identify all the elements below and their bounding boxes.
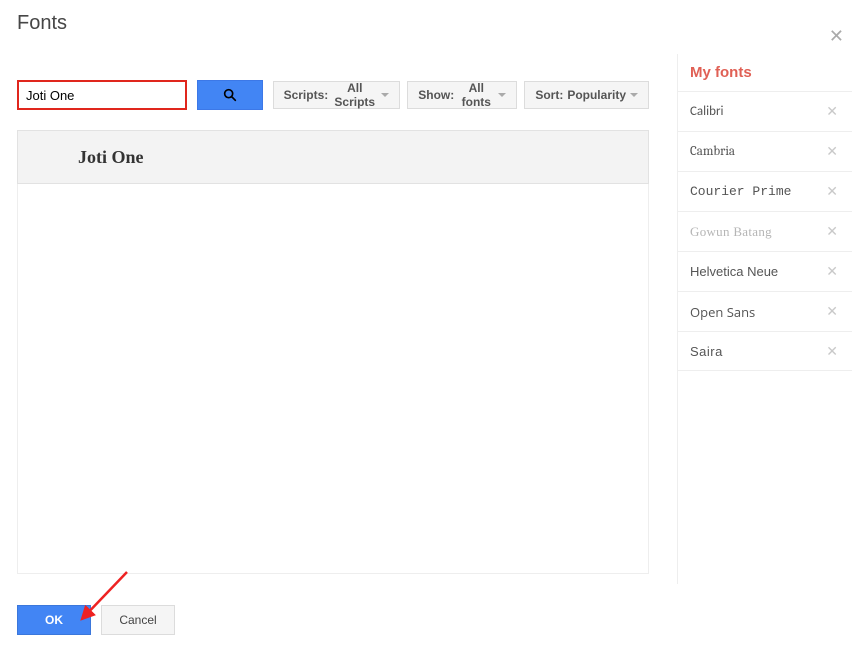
- chevron-down-icon: [498, 93, 506, 97]
- my-font-row[interactable]: Gowun Batang ✕: [678, 211, 852, 251]
- my-font-row[interactable]: Open Sans ✕: [678, 291, 852, 331]
- results-area: [17, 184, 649, 574]
- my-font-name: Cambria: [690, 144, 735, 159]
- show-filter-value: All fonts: [458, 81, 494, 109]
- chevron-down-icon: [630, 93, 638, 97]
- my-fonts-list: Calibri✕Cambria✕Courier Prime✕Gowun Bata…: [678, 91, 852, 371]
- show-filter[interactable]: Show: All fonts: [407, 81, 517, 109]
- sort-filter-prefix: Sort:: [535, 88, 563, 102]
- remove-font-button[interactable]: ✕: [822, 221, 842, 242]
- my-font-row[interactable]: Cambria ✕: [678, 131, 852, 171]
- my-font-name: Helvetica Neue: [690, 264, 778, 279]
- scripts-filter-value: All Scripts: [332, 81, 377, 109]
- dialog-title: Fonts: [17, 12, 862, 35]
- my-font-row[interactable]: Calibri ✕: [678, 91, 852, 131]
- remove-font-button[interactable]: ✕: [822, 301, 842, 322]
- close-icon: ✕: [829, 26, 844, 46]
- chevron-down-icon: [381, 93, 389, 97]
- font-result-name: Joti One: [78, 147, 144, 168]
- my-font-name: Saira: [690, 344, 723, 359]
- sort-filter[interactable]: Sort: Popularity: [524, 81, 649, 109]
- font-browser-panel: Scripts: All Scripts Show: All fonts Sor…: [17, 80, 649, 574]
- scripts-filter[interactable]: Scripts: All Scripts: [273, 81, 401, 109]
- my-fonts-panel: My fonts Calibri✕Cambria✕Courier Prime✕G…: [677, 54, 852, 584]
- font-result-item[interactable]: Joti One: [17, 130, 649, 184]
- my-font-name: Courier Prime: [690, 184, 791, 199]
- sort-filter-value: Popularity: [567, 88, 626, 102]
- remove-font-button[interactable]: ✕: [822, 101, 842, 122]
- remove-font-button[interactable]: ✕: [822, 141, 842, 162]
- toolbar: Scripts: All Scripts Show: All fonts Sor…: [17, 80, 649, 110]
- search-icon: [222, 87, 238, 103]
- my-font-name: Open Sans: [690, 303, 755, 321]
- dialog-footer: OK Cancel: [17, 605, 175, 635]
- search-button[interactable]: [197, 80, 263, 110]
- remove-font-button[interactable]: ✕: [822, 181, 842, 202]
- show-filter-prefix: Show:: [418, 88, 454, 102]
- my-font-row[interactable]: Saira ✕: [678, 331, 852, 371]
- close-button[interactable]: ✕: [825, 22, 848, 51]
- ok-button[interactable]: OK: [17, 605, 91, 635]
- my-fonts-heading: My fonts: [690, 64, 852, 81]
- my-font-name: Calibri: [690, 104, 723, 119]
- font-search-input[interactable]: [17, 80, 187, 110]
- scripts-filter-prefix: Scripts:: [284, 88, 329, 102]
- my-font-row[interactable]: Helvetica Neue ✕: [678, 251, 852, 291]
- my-font-name: Gowun Batang: [690, 224, 772, 240]
- my-font-row[interactable]: Courier Prime ✕: [678, 171, 852, 211]
- filter-group: Scripts: All Scripts Show: All fonts Sor…: [273, 81, 649, 109]
- remove-font-button[interactable]: ✕: [822, 341, 842, 362]
- remove-font-button[interactable]: ✕: [822, 261, 842, 282]
- cancel-button[interactable]: Cancel: [101, 605, 175, 635]
